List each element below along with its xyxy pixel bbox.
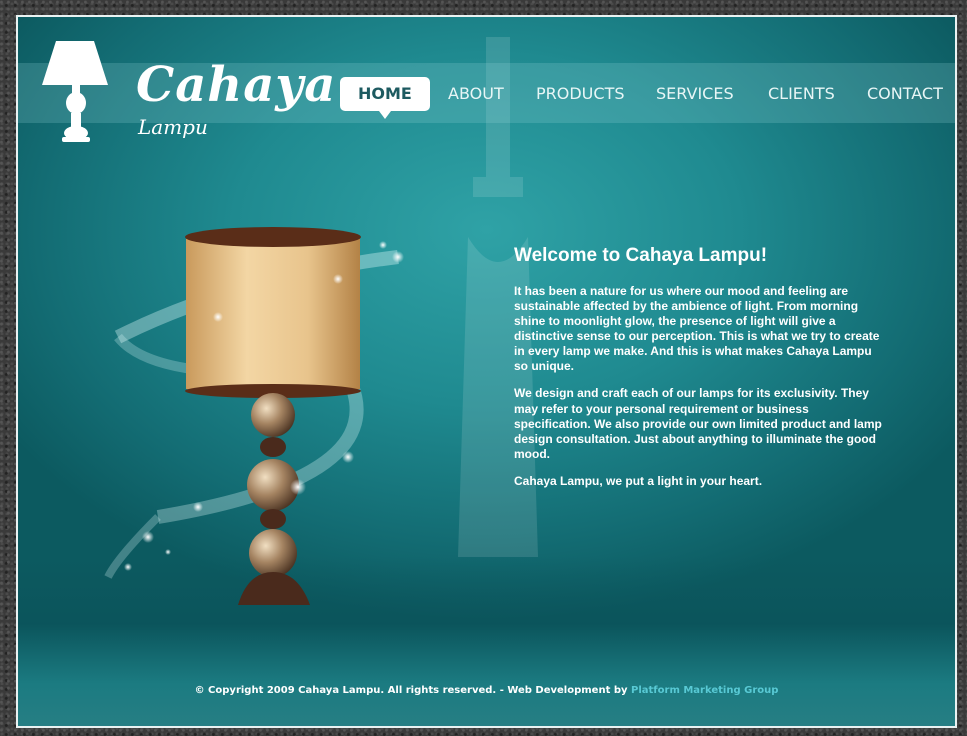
nav-contact[interactable]: CONTACT bbox=[867, 77, 943, 111]
active-caret bbox=[378, 111, 391, 119]
footer-developer-link[interactable]: Platform Marketing Group bbox=[631, 685, 778, 696]
decorative-lamp-image bbox=[104, 227, 404, 605]
logo-subtitle: Lampu bbox=[138, 115, 208, 139]
welcome-section: Welcome to Cahaya Lampu! It has been a n… bbox=[514, 245, 884, 501]
nav-clients[interactable]: CLIENTS bbox=[768, 77, 835, 111]
nav-home[interactable]: HOME bbox=[340, 77, 430, 119]
footer-copyright: © Copyright 2009 Cahaya Lampu. All right… bbox=[194, 685, 628, 696]
nav-products[interactable]: PRODUCTS bbox=[536, 77, 625, 111]
nav-about[interactable]: ABOUT bbox=[448, 77, 504, 111]
page-frame: Cahaya Lampu HOME ABOUT PRODUCTS SERVICE… bbox=[16, 15, 957, 728]
logo[interactable]: Cahaya Lampu bbox=[40, 39, 335, 149]
nav-services[interactable]: SERVICES bbox=[656, 77, 734, 111]
welcome-paragraph: We design and craft each of our lamps fo… bbox=[514, 386, 882, 461]
nav-home-label: HOME bbox=[358, 84, 412, 103]
welcome-paragraph: It has been a nature for us where our mo… bbox=[514, 283, 880, 374]
logo-title: Cahaya bbox=[136, 57, 337, 113]
welcome-title: Welcome to Cahaya Lampu! bbox=[514, 245, 768, 266]
table-lamp-icon bbox=[42, 41, 108, 142]
welcome-tagline: Cahaya Lampu, we put a light in your hea… bbox=[514, 474, 763, 488]
footer: © Copyright 2009 Cahaya Lampu. All right… bbox=[18, 685, 955, 696]
